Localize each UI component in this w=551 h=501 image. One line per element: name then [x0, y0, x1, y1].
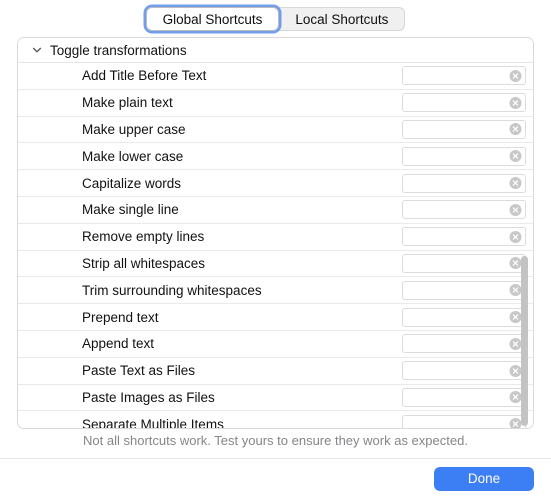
shortcut-recorder-field[interactable]	[402, 66, 526, 86]
shortcut-row-label: Add Title Before Text	[82, 68, 207, 84]
shortcut-row-label: Capitalize words	[82, 175, 182, 191]
shortcut-row-label: Strip all whitespaces	[82, 255, 206, 271]
shortcut-row-label: Make plain text	[82, 95, 173, 111]
shortcut-row-label: Remove empty lines	[82, 229, 205, 245]
tab-local-shortcuts[interactable]: Local Shortcuts	[279, 7, 406, 31]
shortcut-recorder-field[interactable]	[402, 253, 526, 273]
shortcut-recorder-field[interactable]	[402, 200, 526, 220]
shortcut-row[interactable]: Capitalize words	[18, 170, 533, 197]
shortcut-recorder-field[interactable]	[402, 146, 526, 166]
shortcuts-list: Toggle transformations Add Title Before …	[18, 38, 533, 429]
shortcut-row-label: Trim surrounding whitespaces	[82, 282, 262, 298]
shortcut-row-label: Append text	[82, 336, 155, 352]
footer-hint: Not all shortcuts work. Test yours to en…	[83, 433, 468, 448]
shortcut-row-label: Make upper case	[82, 121, 186, 137]
group-header-toggle-transformations[interactable]: Toggle transformations	[18, 38, 533, 63]
shortcut-recorder-field[interactable]	[402, 387, 526, 407]
tab-global-shortcuts-label: Global Shortcuts	[162, 12, 263, 27]
shortcut-row[interactable]: Remove empty lines	[18, 223, 533, 251]
done-button[interactable]: Done	[434, 467, 534, 491]
list-scrollbar-thumb[interactable]	[521, 256, 528, 426]
shortcut-recorder-field[interactable]	[402, 361, 526, 381]
shortcut-row[interactable]: Prepend text	[18, 304, 533, 331]
tab-bar: Global Shortcuts Local Shortcuts	[0, 0, 551, 38]
shortcut-row-label: Make lower case	[82, 148, 184, 164]
shortcut-row[interactable]: Strip all whitespaces	[18, 250, 533, 278]
shortcut-row[interactable]: Make single line	[18, 196, 533, 224]
shortcuts-list-card: Toggle transformations Add Title Before …	[17, 37, 534, 429]
shortcuts-preferences-window: Global Shortcuts Local Shortcuts Toggle …	[0, 0, 551, 501]
shortcut-row[interactable]: Make plain text	[18, 89, 533, 117]
shortcut-recorder-field[interactable]	[402, 227, 526, 247]
tab-global-shortcuts[interactable]: Global Shortcuts	[145, 7, 280, 31]
shortcut-row-label: Make single line	[82, 202, 179, 218]
shortcut-row[interactable]: Append text	[18, 330, 533, 358]
list-scrollbar[interactable]	[518, 40, 531, 428]
shortcut-row-label: Separate Multiple Items	[82, 416, 224, 429]
chevron-down-icon[interactable]	[30, 43, 44, 57]
shortcut-recorder-field[interactable]	[402, 280, 526, 300]
shortcut-recorder-field[interactable]	[402, 119, 526, 139]
shortcut-recorder-field[interactable]	[402, 173, 526, 193]
shortcut-row[interactable]: Add Title Before Text	[18, 63, 533, 90]
shortcut-row[interactable]: Trim surrounding whitespaces	[18, 277, 533, 305]
shortcut-recorder-field[interactable]	[402, 93, 526, 113]
shortcut-recorder-field[interactable]	[402, 334, 526, 354]
shortcut-row-label: Prepend text	[82, 309, 159, 325]
shortcut-row[interactable]: Make lower case	[18, 143, 533, 171]
shortcut-row[interactable]: Paste Text as Files	[18, 357, 533, 385]
group-header-label: Toggle transformations	[50, 42, 187, 58]
shortcut-recorder-field[interactable]	[402, 307, 526, 327]
shortcut-row[interactable]: Make upper case	[18, 116, 533, 144]
shortcut-row[interactable]: Paste Images as Files	[18, 384, 533, 412]
shortcut-row[interactable]: Separate Multiple Items	[18, 411, 533, 429]
shortcut-row-label: Paste Text as Files	[82, 363, 196, 379]
shortcut-row-label: Paste Images as Files	[82, 389, 215, 405]
tab-local-shortcuts-label: Local Shortcuts	[295, 12, 389, 27]
shortcut-recorder-field[interactable]	[402, 414, 526, 428]
footer-bar: Done	[0, 458, 551, 501]
